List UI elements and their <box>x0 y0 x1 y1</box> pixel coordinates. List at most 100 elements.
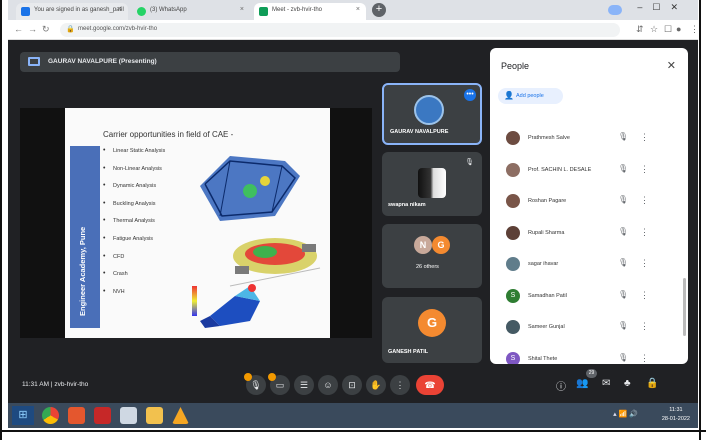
present-button[interactable]: ⊡ <box>342 375 362 395</box>
suspension-arm-image <box>192 284 260 328</box>
host-controls-icon[interactable]: 🔒 <box>646 378 658 389</box>
video-feed <box>418 168 446 198</box>
close-icon[interactable]: ✕ <box>667 59 676 72</box>
media-player-icon[interactable] <box>68 407 85 424</box>
tab-close-icon[interactable]: × <box>118 6 122 13</box>
mic-off-icon: 🎙 <box>618 321 629 330</box>
right-border <box>699 0 701 440</box>
add-people-label: Add people <box>516 93 544 99</box>
taskbar-clock[interactable]: 11:31 28-01-2022 <box>662 406 690 424</box>
camera-button[interactable]: ▭ <box>268 373 290 395</box>
up-arrow-icon[interactable]: ▴ <box>613 411 617 418</box>
menu-dots-icon[interactable]: ⋮ <box>690 24 699 35</box>
forward-icon[interactable]: → <box>28 24 37 34</box>
avatar-icon[interactable]: ● <box>676 24 681 34</box>
more-vert-icon[interactable]: ⋮ <box>640 258 649 269</box>
file-explorer-icon[interactable] <box>146 407 163 424</box>
tab-whatsapp[interactable]: (3) WhatsApp × <box>132 3 250 20</box>
participant-tile-presenter[interactable]: ••• GAURAV NAVALPURE <box>382 83 482 145</box>
network-icon[interactable]: 📶 <box>619 411 628 418</box>
more-vert-icon[interactable]: ⋮ <box>640 353 649 364</box>
captions-button[interactable]: ☰ <box>294 375 314 395</box>
tile-name: GAURAV NAVALPURE <box>390 129 449 135</box>
presentation-area[interactable]: Engineer Academy, Pune Carrier opportuni… <box>20 108 372 338</box>
more-options-button[interactable]: ⋮ <box>390 375 410 395</box>
close-window-icon[interactable]: ✕ <box>670 2 688 12</box>
list-item[interactable]: sagar ihavar 🎙 ⋮ <box>490 252 688 284</box>
activities-icon[interactable]: ♣ <box>624 378 631 389</box>
presenter-avatar <box>414 95 444 125</box>
participant-name: Sameer Gunjal <box>528 324 565 330</box>
slide-bullet: Non-Linear Analysis <box>103 165 165 184</box>
more-vert-icon[interactable]: ⋮ <box>640 227 649 238</box>
more-vert-icon[interactable]: ⋮ <box>640 321 649 332</box>
tab-close-icon[interactable]: × <box>240 6 244 13</box>
meeting-time: 11:31 AM <box>22 381 49 388</box>
pdf-reader-icon[interactable] <box>94 407 111 424</box>
meeting-details-icon[interactable]: ⓘ <box>556 378 566 393</box>
slide-bullet: Linear Static Analysis <box>103 147 165 166</box>
meeting-code: zvb-hvir-tho <box>54 381 89 388</box>
avatar <box>506 131 520 145</box>
mic-button[interactable]: 🎙 <box>244 373 266 395</box>
add-person-icon: 👤 <box>504 91 514 100</box>
chrome-icon[interactable] <box>42 407 59 424</box>
more-vert-icon[interactable]: ⋮ <box>640 132 649 143</box>
maximize-icon[interactable]: ☐ <box>652 2 670 12</box>
emoji-button[interactable]: ☺ <box>318 375 338 395</box>
more-vert-icon[interactable]: ⋮ <box>640 164 649 175</box>
chat-icon[interactable]: ✉ <box>602 378 610 389</box>
participant-tile-others[interactable]: N G 26 others <box>382 224 482 288</box>
volume-icon[interactable]: 🔊 <box>629 411 638 418</box>
tab-label: Meet - zvb-hvir-tho <box>272 7 323 13</box>
list-item[interactable]: Prathmesh Salve 🎙 ⋮ <box>490 126 688 158</box>
address-bar[interactable]: 🔒 meet.google.com/zvb-hvir-tho <box>60 23 620 37</box>
new-tab-button[interactable]: + <box>372 3 386 17</box>
list-item[interactable]: Prof. SACHIN L. DESALE 🎙 ⋮ <box>490 158 688 190</box>
list-item[interactable]: S Samadhan Patil 🎙 ⋮ <box>490 284 688 316</box>
minimize-icon[interactable]: – <box>637 2 652 12</box>
raise-hand-button[interactable]: ✋ <box>366 375 386 395</box>
meeting-info: 11:31 AM | zvb-hvir-tho <box>22 381 88 388</box>
mic-off-icon: 🎙 <box>618 258 629 267</box>
app-icon[interactable] <box>120 407 137 424</box>
tab-label: You are signed in as ganesh_patil <box>34 7 124 13</box>
list-item[interactable]: Roshan Pagare 🎙 ⋮ <box>490 189 688 221</box>
browser-toolbar: ← → ↻ 🔒 meet.google.com/zvb-hvir-tho ⇵ ☆… <box>8 20 699 40</box>
participant-tile-video[interactable]: 🎙 swapna nikam <box>382 152 482 216</box>
window-controls[interactable]: –☐✕ <box>637 2 688 13</box>
screenshot-frame: You are signed in as ganesh_patil × (3) … <box>0 0 706 440</box>
system-tray[interactable]: ▴ 📶 🔊 <box>613 410 638 418</box>
list-item[interactable]: S Shital Thete 🎙 ⋮ <box>490 347 688 364</box>
tab-account[interactable]: You are signed in as ganesh_patil × <box>16 3 128 20</box>
extension-icon[interactable]: ⇵ <box>636 24 644 35</box>
end-call-button[interactable]: ☎ <box>416 375 444 395</box>
url-text[interactable]: meet.google.com/zvb-hvir-tho <box>78 26 157 32</box>
slide-bullet-list: Linear Static Analysis Non-Linear Analys… <box>103 147 165 306</box>
participant-name: Rupali Sharma <box>528 229 565 236</box>
participant-list: Prathmesh Salve 🎙 ⋮ Prof. SACHIN L. DESALE… <box>490 126 688 364</box>
participant-tile-self[interactable]: G GANESH PATIL <box>382 297 482 363</box>
chassis-frame-image <box>200 156 300 221</box>
people-icon[interactable]: 👥 <box>576 378 588 389</box>
avatar: G <box>432 236 450 254</box>
bookmark-star-icon[interactable]: ☆ <box>650 24 658 35</box>
profile-icon[interactable] <box>608 5 622 15</box>
list-item[interactable]: Rupali Sharma 🎙 ⋮ <box>490 221 688 253</box>
warning-badge <box>268 373 276 381</box>
tab-meet[interactable]: Meet - zvb-hvir-tho × <box>254 3 366 20</box>
start-button[interactable]: ⊞ <box>12 406 34 425</box>
back-icon[interactable]: ← <box>14 24 23 34</box>
tab-close-icon[interactable]: × <box>356 6 360 13</box>
slide-bullet: Thermal Analysis <box>103 217 165 236</box>
reload-icon[interactable]: ↻ <box>42 24 50 35</box>
more-vert-icon[interactable]: ⋮ <box>640 290 649 301</box>
scrollbar[interactable] <box>683 278 686 336</box>
more-vert-icon[interactable]: ⋮ <box>640 195 649 206</box>
more-options-icon[interactable]: ••• <box>464 89 476 101</box>
add-people-button[interactable]: 👤 Add people <box>498 88 563 104</box>
reading-list-icon[interactable]: ☐ <box>664 24 672 35</box>
presenting-label: GAURAV NAVALPURE (Presenting) <box>48 58 157 65</box>
list-item[interactable]: Sameer Gunjal 🎙 ⋮ <box>490 315 688 347</box>
vlc-icon[interactable] <box>172 407 189 424</box>
